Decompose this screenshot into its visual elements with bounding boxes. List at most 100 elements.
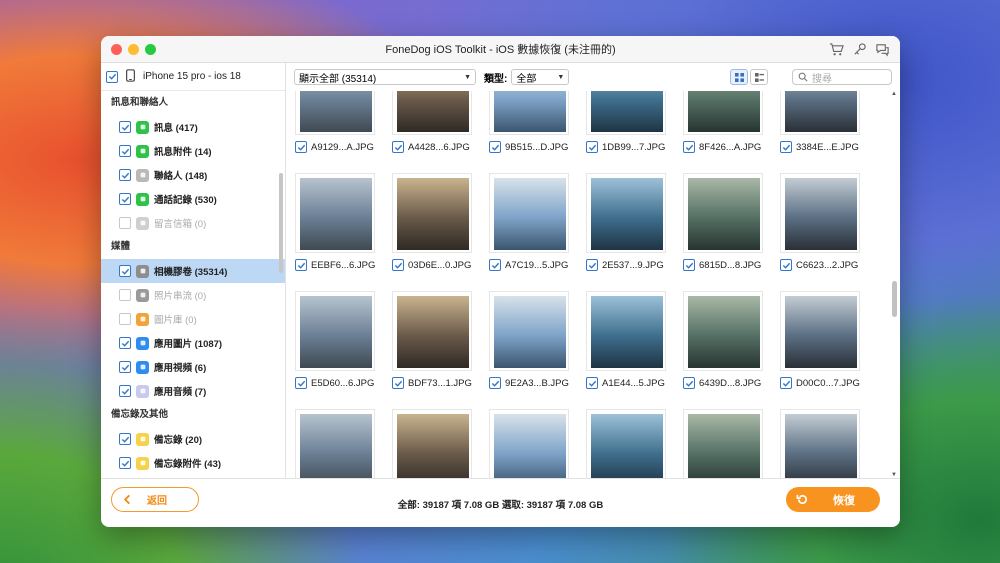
photo-checkbox[interactable] bbox=[489, 141, 501, 153]
message-attachment-icon bbox=[136, 144, 149, 158]
search-input[interactable]: 搜尋 bbox=[792, 69, 892, 85]
category-checkbox[interactable] bbox=[119, 169, 131, 181]
sidebar-item[interactable]: 應用音頻 (7) bbox=[101, 379, 285, 403]
category-checkbox[interactable] bbox=[119, 385, 131, 397]
photo-thumbnail[interactable] bbox=[586, 409, 666, 478]
photo-checkbox[interactable] bbox=[780, 141, 792, 153]
category-checkbox[interactable] bbox=[119, 145, 131, 157]
photo-checkbox[interactable] bbox=[683, 377, 695, 389]
photo-thumbnail[interactable] bbox=[683, 173, 763, 253]
grid-view-button[interactable] bbox=[730, 69, 748, 85]
key-icon[interactable] bbox=[852, 42, 867, 57]
sidebar-item[interactable]: 應用圖片 (1087) bbox=[101, 331, 285, 355]
photo-caption: A4428...6.JPG bbox=[392, 141, 470, 153]
photo-thumbnail[interactable] bbox=[489, 291, 569, 371]
photo-thumbnail[interactable] bbox=[295, 173, 375, 253]
scroll-up-icon[interactable]: ▲ bbox=[891, 91, 897, 97]
photo-checkbox[interactable] bbox=[683, 259, 695, 271]
photo-checkbox[interactable] bbox=[586, 259, 598, 271]
photo-checkbox[interactable] bbox=[392, 141, 404, 153]
photo-thumbnail[interactable] bbox=[295, 91, 375, 135]
category-checkbox[interactable] bbox=[119, 121, 131, 133]
sidebar-item[interactable]: 聯絡人 (148) bbox=[101, 163, 285, 187]
category-checkbox[interactable] bbox=[119, 337, 131, 349]
photo-checkbox[interactable] bbox=[295, 377, 307, 389]
photo-checkbox[interactable] bbox=[780, 259, 792, 271]
sidebar-section-title: 訊息和聯絡人 bbox=[111, 97, 169, 108]
photo-thumbnail[interactable] bbox=[586, 173, 666, 253]
photo-filename: 9B515...D.JPG bbox=[505, 141, 569, 153]
sidebar-item[interactable]: 備忘錄附件 (43) bbox=[101, 451, 285, 475]
category-checkbox[interactable] bbox=[119, 361, 131, 373]
sidebar-item[interactable]: 通話記錄 (530) bbox=[101, 187, 285, 211]
recover-button[interactable]: 恢復 bbox=[786, 487, 880, 512]
photo-thumbnail[interactable] bbox=[489, 409, 569, 478]
sidebar-item[interactable]: 訊息附件 (14) bbox=[101, 139, 285, 163]
photo-checkbox[interactable] bbox=[392, 259, 404, 271]
camera-icon bbox=[136, 264, 149, 278]
photo-thumbnail[interactable] bbox=[392, 173, 472, 253]
category-checkbox[interactable] bbox=[119, 433, 131, 445]
minimize-window-button[interactable] bbox=[128, 44, 139, 55]
photo-thumbnail[interactable] bbox=[586, 291, 666, 371]
sidebar-section-title: 備忘錄及其他 bbox=[111, 409, 169, 420]
cart-icon[interactable] bbox=[829, 42, 844, 57]
close-window-button[interactable] bbox=[111, 44, 122, 55]
category-checkbox[interactable] bbox=[119, 289, 131, 301]
photo-thumbnail[interactable] bbox=[392, 409, 472, 478]
photo-checkbox[interactable] bbox=[586, 141, 598, 153]
photo-checkbox[interactable] bbox=[392, 377, 404, 389]
photo-thumbnail[interactable] bbox=[683, 291, 763, 371]
photo-thumbnail[interactable] bbox=[780, 173, 860, 253]
photo-thumbnail[interactable] bbox=[780, 409, 860, 478]
main-scrollbar-thumb[interactable] bbox=[892, 281, 897, 317]
footer-bar: 返回 全部: 39187 項 7.08 GB 選取: 39187 項 7.08 … bbox=[101, 478, 900, 527]
photo-thumbnail[interactable] bbox=[295, 409, 375, 478]
photo-caption: A7C19...5.JPG bbox=[489, 259, 568, 271]
category-checkbox[interactable] bbox=[119, 265, 131, 277]
list-view-button[interactable] bbox=[750, 69, 768, 85]
photo-thumbnail[interactable] bbox=[780, 91, 860, 135]
photo-caption: 8F426...A.JPG bbox=[683, 141, 761, 153]
sidebar-item[interactable]: 訊息 (417) bbox=[101, 115, 285, 139]
photo-checkbox[interactable] bbox=[295, 259, 307, 271]
photo-thumbnail[interactable] bbox=[489, 91, 569, 135]
photo-checkbox[interactable] bbox=[489, 377, 501, 389]
app-audio-icon bbox=[136, 384, 149, 398]
photo-thumbnail[interactable] bbox=[586, 91, 666, 135]
main-scrollbar[interactable]: ▲ ▼ bbox=[890, 91, 898, 478]
filter-dropdown[interactable]: 顯示全部 (35314) ▼ bbox=[294, 69, 476, 85]
sidebar-item[interactable]: 應用視頻 (6) bbox=[101, 355, 285, 379]
photo-thumbnail[interactable] bbox=[295, 291, 375, 371]
category-checkbox[interactable] bbox=[119, 313, 131, 325]
type-dropdown[interactable]: 全部 ▼ bbox=[511, 69, 570, 85]
photo-checkbox[interactable] bbox=[295, 141, 307, 153]
sidebar-item[interactable]: 相機膠卷 (35314) bbox=[101, 259, 285, 283]
category-checkbox[interactable] bbox=[119, 193, 131, 205]
photo-thumbnail[interactable] bbox=[683, 91, 763, 135]
photo-checkbox[interactable] bbox=[780, 377, 792, 389]
recover-icon bbox=[796, 494, 807, 504]
sidebar-item-label: 留言信箱 (0) bbox=[154, 219, 207, 230]
category-checkbox[interactable] bbox=[119, 457, 131, 469]
photo-thumbnail[interactable] bbox=[780, 291, 860, 371]
photo-thumbnail[interactable] bbox=[392, 291, 472, 371]
device-checkbox[interactable] bbox=[106, 70, 118, 83]
category-checkbox[interactable] bbox=[119, 217, 131, 229]
sidebar-item[interactable]: 留言信箱 (0) bbox=[101, 211, 285, 235]
photo-checkbox[interactable] bbox=[586, 377, 598, 389]
device-row[interactable]: iPhone 15 pro - ios 18 bbox=[101, 63, 285, 91]
photo-image bbox=[785, 296, 857, 368]
maximize-window-button[interactable] bbox=[145, 44, 156, 55]
photo-thumbnail[interactable] bbox=[392, 91, 472, 135]
chat-icon[interactable] bbox=[875, 42, 890, 57]
photo-caption: EEBF6...6.JPG bbox=[295, 259, 375, 271]
sidebar-item[interactable]: 備忘錄 (20) bbox=[101, 427, 285, 451]
photo-thumbnail[interactable] bbox=[489, 173, 569, 253]
sidebar-item[interactable]: 圖片庫 (0) bbox=[101, 307, 285, 331]
sidebar-scrollbar[interactable] bbox=[279, 173, 283, 273]
photo-thumbnail[interactable] bbox=[683, 409, 763, 478]
sidebar-item[interactable]: 照片串流 (0) bbox=[101, 283, 285, 307]
photo-checkbox[interactable] bbox=[489, 259, 501, 271]
photo-checkbox[interactable] bbox=[683, 141, 695, 153]
